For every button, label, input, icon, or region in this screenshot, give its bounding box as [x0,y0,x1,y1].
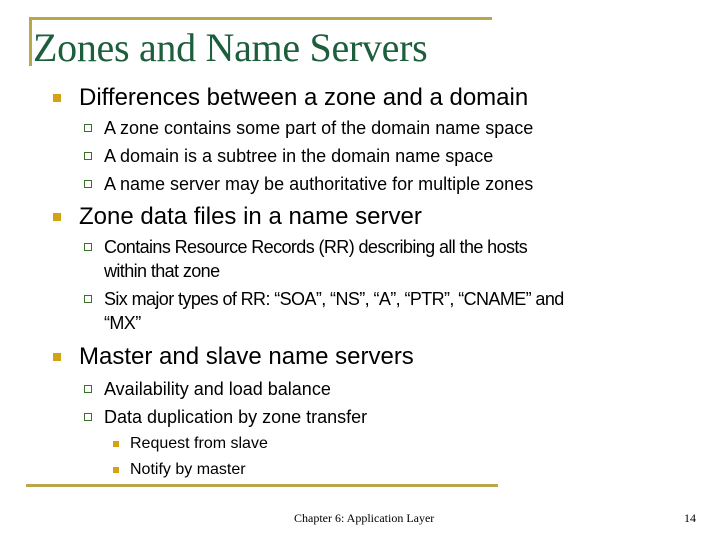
list-item: Six major types of RR: “SOA”, “NS”, “A”,… [104,289,564,309]
page-number: 14 [684,511,696,525]
list-item: Availability and load balance [104,379,331,399]
hollow-square-bullet-icon [84,295,92,303]
list-item: A zone contains some part of the domain … [104,118,534,138]
square-bullet-icon [53,353,61,361]
list-item-continuation: within that zone [104,261,220,281]
list-item: A domain is a subtree in the domain name… [104,146,494,166]
section-heading: Differences between a zone and a domain [79,84,529,111]
hollow-square-bullet-icon [84,385,92,393]
hollow-square-bullet-icon [84,243,92,251]
hollow-square-bullet-icon [84,152,92,160]
hollow-square-bullet-icon [84,124,92,132]
hollow-square-bullet-icon [84,180,92,188]
list-item-continuation: “MX” [104,313,141,333]
list-item: Contains Resource Records (RR) describin… [104,237,528,257]
frame-left-line [29,17,32,66]
footer-chapter: Chapter 6: Application Layer [294,511,435,525]
frame-top-line [29,17,492,20]
list-item: Data duplication by zone transfer [104,407,368,427]
footer-divider [26,484,498,487]
small-square-bullet-icon [113,467,119,473]
square-bullet-icon [53,94,61,102]
small-square-bullet-icon [113,441,119,447]
section-heading: Master and slave name servers [79,343,414,370]
slide: Zones and Name Servers Differences betwe… [0,0,720,540]
sub-list-item: Request from slave [130,435,268,452]
hollow-square-bullet-icon [84,413,92,421]
list-item: A name server may be authoritative for m… [104,174,534,194]
square-bullet-icon [53,213,61,221]
slide-title: Zones and Name Servers [33,25,428,70]
sub-list-item: Notify by master [130,461,246,478]
section-heading: Zone data files in a name server [79,203,422,230]
